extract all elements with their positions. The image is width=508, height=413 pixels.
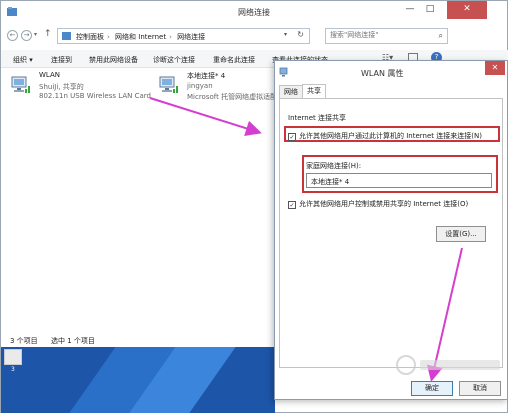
dialog-title: WLAN 属性 bbox=[361, 69, 404, 78]
home-network-label: 家庭网络连接(H): bbox=[306, 162, 362, 170]
selected-count: 选中 1 个项目 bbox=[51, 337, 95, 345]
search-icon[interactable]: ⌕ bbox=[439, 31, 443, 41]
adapter-network: ShuiJi, 共享的 bbox=[39, 83, 84, 91]
check-icon[interactable]: ✓ bbox=[288, 201, 296, 209]
adapter-device: 802.11n USB Wireless LAN Card bbox=[39, 92, 151, 100]
rename-button[interactable]: 重命名此连接 bbox=[213, 55, 255, 65]
close-button[interactable]: ✕ bbox=[447, 1, 487, 19]
recent-locations-button[interactable]: ▾ bbox=[34, 31, 37, 38]
diagnose-button[interactable]: 诊断这个连接 bbox=[153, 55, 195, 65]
adapter-network: jingyan bbox=[187, 82, 213, 90]
home-network-field[interactable]: 本地连接* 4 bbox=[306, 173, 492, 188]
adapter-device: Microsoft 托管网络虚拟适配 bbox=[187, 93, 278, 101]
settings-button[interactable]: 设置(G)... bbox=[436, 226, 486, 242]
tab-sharing[interactable]: 共享 bbox=[302, 84, 326, 99]
forward-button[interactable]: → bbox=[21, 30, 32, 41]
desktop-background: 3 bbox=[1, 347, 275, 413]
up-button[interactable]: ↑ bbox=[44, 29, 52, 39]
ok-button[interactable]: 确定 bbox=[411, 381, 453, 396]
adapter-name: WLAN bbox=[39, 71, 61, 79]
sharing-panel: Internet 连接共享 ✓ 允许其他网络用户通过此计算机的 Internet … bbox=[279, 98, 503, 368]
dialog-close-button[interactable]: ✕ bbox=[485, 61, 505, 75]
refresh-icon[interactable]: ↻ bbox=[297, 30, 304, 39]
breadcrumb-network-internet[interactable]: 网络和 Internet bbox=[115, 33, 166, 41]
dialog-tabs: 网络 共享 bbox=[275, 83, 507, 99]
allow-connect-label: 允许其他网络用户通过此计算机的 Internet 连接来连接(N) bbox=[299, 132, 482, 140]
allow-connect-checkbox[interactable]: ✓ 允许其他网络用户通过此计算机的 Internet 连接来连接(N) bbox=[288, 131, 482, 141]
control-panel-icon bbox=[62, 32, 71, 40]
section-title: Internet 连接共享 bbox=[288, 114, 347, 122]
adapter-local-connection-4[interactable]: 本地连接* 4 jingyan Microsoft 托管网络虚拟适配 bbox=[157, 71, 278, 103]
adapter-name: 本地连接* 4 bbox=[187, 72, 226, 80]
organize-button[interactable]: 组织 ▾ bbox=[13, 55, 33, 65]
connect-to-button[interactable]: 连接到 bbox=[51, 55, 72, 65]
breadcrumb-control-panel[interactable]: 控制面板 bbox=[76, 33, 104, 41]
address-field[interactable]: 控制面板 › 网络和 Internet › 网络连接 ▾ ↻ bbox=[57, 28, 310, 44]
chevron-down-icon[interactable]: ▾ bbox=[284, 31, 287, 38]
maximize-button[interactable]: □ bbox=[421, 1, 439, 19]
search-input[interactable] bbox=[330, 31, 430, 39]
minimize-button[interactable]: — bbox=[401, 1, 419, 19]
wlan-properties-dialog: WLAN 属性 ✕ 网络 共享 Internet 连接共享 ✓ 允许其他网络用户通… bbox=[274, 60, 508, 400]
breadcrumb: 控制面板 › 网络和 Internet › 网络连接 bbox=[76, 33, 206, 41]
allow-control-label: 允许其他网络用户控制或禁用共享的 Internet 连接(O) bbox=[299, 200, 469, 208]
cancel-button[interactable]: 取消 bbox=[459, 381, 501, 396]
adapter-wlan[interactable]: WLAN ShuiJi, 共享的 802.11n USB Wireless LA… bbox=[9, 71, 154, 103]
network-adapter-icon bbox=[159, 76, 178, 93]
check-icon[interactable]: ✓ bbox=[288, 133, 296, 141]
network-adapter-icon bbox=[279, 67, 288, 77]
back-button[interactable]: ← bbox=[7, 30, 18, 41]
tab-network[interactable]: 网络 bbox=[279, 85, 303, 99]
status-bar: 3 个项目 选中 1 个项目 bbox=[1, 333, 275, 347]
breadcrumb-network-connections[interactable]: 网络连接 bbox=[177, 33, 205, 41]
allow-control-checkbox[interactable]: ✓ 允许其他网络用户控制或禁用共享的 Internet 连接(O) bbox=[288, 199, 468, 209]
desktop-file-icon[interactable] bbox=[4, 349, 22, 365]
disable-device-button[interactable]: 禁用此网络设备 bbox=[89, 55, 138, 65]
address-bar: ← → ▾ ↑ 控制面板› 网络和 Internet› 网络连接 ▾ ↻ ⌕ bbox=[1, 26, 507, 48]
network-adapter-icon bbox=[11, 76, 30, 93]
title-bar: 网络连接 — □ ✕ bbox=[1, 1, 507, 23]
dialog-title-bar: WLAN 属性 ✕ bbox=[275, 61, 507, 83]
desktop-icon-label: 3 bbox=[11, 366, 15, 373]
search-box[interactable]: ⌕ bbox=[325, 28, 448, 44]
item-count: 3 个项目 bbox=[10, 337, 38, 345]
